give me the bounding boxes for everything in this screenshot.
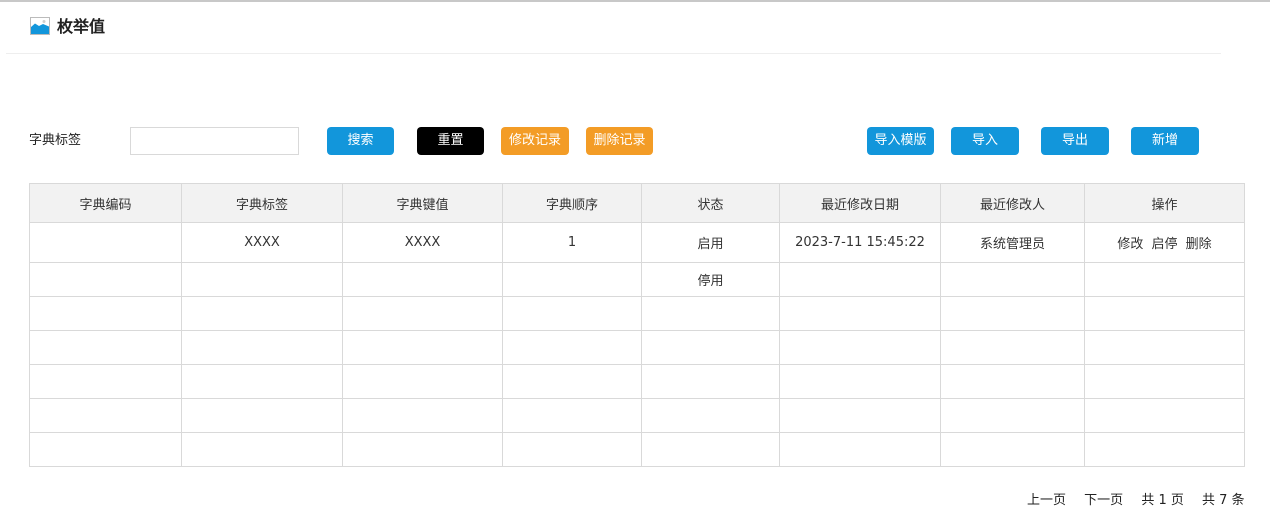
- empty-cell: [181, 296, 343, 331]
- cell-actions: 修改 启停 删除: [1084, 222, 1245, 263]
- table-row-empty: [29, 364, 1245, 399]
- cell-code: [29, 222, 182, 263]
- empty-cell: [779, 398, 941, 433]
- empty-cell: [940, 296, 1085, 331]
- modify-log-button[interactable]: 修改记录: [501, 127, 569, 155]
- empty-cell: [779, 432, 941, 467]
- delete-link[interactable]: 删除: [1186, 237, 1212, 252]
- delete-log-button[interactable]: 删除记录: [586, 127, 653, 155]
- empty-cell: [181, 364, 343, 399]
- export-button[interactable]: 导出: [1041, 127, 1109, 155]
- empty-cell: [641, 432, 780, 467]
- empty-cell: [940, 330, 1085, 365]
- empty-cell: [342, 432, 503, 467]
- cell-modified-by: [940, 262, 1085, 297]
- cell-label: XXXX: [181, 222, 343, 263]
- empty-cell: [940, 398, 1085, 433]
- cell-actions: [1084, 262, 1245, 297]
- cell-label: [181, 262, 343, 297]
- column-header-modified-date: 最近修改日期: [779, 183, 941, 223]
- cell-modified-by: 系统管理员: [940, 222, 1085, 263]
- empty-cell: [342, 296, 503, 331]
- cell-status: 启用: [641, 222, 780, 263]
- dictionary-table: 字典编码 字典标签 字典键值 字典顺序 状态 最近修改日期 最近修改人 操作 X…: [29, 183, 1245, 467]
- table-row-empty: [29, 398, 1245, 433]
- page-header: 枚举值: [6, 3, 1221, 54]
- empty-cell: [1084, 296, 1245, 331]
- empty-cell: [342, 330, 503, 365]
- cell-modified-date: [779, 262, 941, 297]
- column-header-label: 字典标签: [181, 183, 343, 223]
- empty-cell: [1084, 398, 1245, 433]
- empty-cell: [502, 432, 642, 467]
- search-button[interactable]: 搜索: [327, 127, 394, 155]
- empty-cell: [181, 398, 343, 433]
- empty-cell: [502, 398, 642, 433]
- column-header-actions: 操作: [1084, 183, 1245, 223]
- empty-cell: [29, 296, 182, 331]
- reset-button[interactable]: 重置: [417, 127, 484, 155]
- empty-cell: [779, 296, 941, 331]
- prev-page-link[interactable]: 上一页: [1027, 493, 1066, 508]
- cell-value: XXXX: [342, 222, 503, 263]
- next-page-link[interactable]: 下一页: [1084, 493, 1123, 508]
- empty-cell: [779, 364, 941, 399]
- empty-cell: [29, 398, 182, 433]
- empty-cell: [1084, 330, 1245, 365]
- empty-cell: [940, 432, 1085, 467]
- column-header-modified-by: 最近修改人: [940, 183, 1085, 223]
- toggle-status-link[interactable]: 启停: [1151, 237, 1177, 252]
- empty-cell: [1084, 364, 1245, 399]
- import-button[interactable]: 导入: [951, 127, 1019, 155]
- table-header-row: 字典编码 字典标签 字典键值 字典顺序 状态 最近修改日期 最近修改人 操作: [29, 183, 1245, 223]
- cell-code: [29, 262, 182, 297]
- empty-cell: [342, 364, 503, 399]
- dict-label-filter-label: 字典标签: [29, 133, 82, 148]
- table-row-empty: [29, 330, 1245, 365]
- add-button[interactable]: 新增: [1131, 127, 1199, 155]
- empty-cell: [502, 364, 642, 399]
- column-header-status: 状态: [641, 183, 780, 223]
- table-row-empty: [29, 432, 1245, 467]
- pagination: 上一页 下一页 共 1 页 共 7 条: [1027, 492, 1245, 510]
- empty-cell: [641, 364, 780, 399]
- cell-value: [342, 262, 503, 297]
- cell-order: 1: [502, 222, 642, 263]
- cell-modified-date: 2023-7-11 15:45:22: [779, 222, 941, 263]
- edit-link[interactable]: 修改: [1117, 237, 1143, 252]
- empty-cell: [29, 432, 182, 467]
- empty-cell: [342, 398, 503, 433]
- column-header-code: 字典编码: [29, 183, 182, 223]
- empty-cell: [181, 432, 343, 467]
- empty-cell: [779, 330, 941, 365]
- empty-cell: [181, 330, 343, 365]
- page-title: 枚举值: [57, 17, 106, 36]
- empty-cell: [641, 296, 780, 331]
- total-pages: 共 1 页: [1141, 493, 1184, 508]
- empty-cell: [940, 364, 1085, 399]
- table-row: XXXX XXXX 1 启用 2023-7-11 15:45:22 系统管理员 …: [29, 222, 1245, 263]
- cell-order: [502, 262, 642, 297]
- total-items: 共 7 条: [1202, 493, 1245, 508]
- column-header-order: 字典顺序: [502, 183, 642, 223]
- empty-cell: [29, 364, 182, 399]
- image-icon: [30, 17, 50, 35]
- import-template-button[interactable]: 导入模版: [867, 127, 934, 155]
- empty-cell: [502, 296, 642, 331]
- cell-status: 停用: [641, 262, 780, 297]
- dict-label-search-input[interactable]: [130, 127, 299, 155]
- empty-cell: [641, 330, 780, 365]
- empty-cell: [641, 398, 780, 433]
- empty-cell: [29, 330, 182, 365]
- top-border: [0, 0, 1270, 2]
- empty-cell: [1084, 432, 1245, 467]
- table-row-empty: [29, 296, 1245, 331]
- table-row: 停用: [29, 262, 1245, 297]
- empty-cell: [502, 330, 642, 365]
- column-header-value: 字典键值: [342, 183, 503, 223]
